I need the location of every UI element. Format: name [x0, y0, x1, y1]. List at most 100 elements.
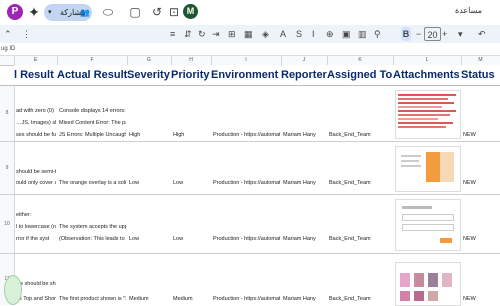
- cell-expected[interactable]: …JS, Images) sh: [16, 120, 56, 126]
- chat-icon[interactable]: ▢: [128, 5, 142, 19]
- row-number[interactable]: 10: [0, 195, 15, 253]
- filter-icon[interactable]: ⚲: [374, 27, 381, 41]
- header-status[interactable]: Status: [461, 65, 500, 85]
- font-size-minus-button[interactable]: −: [416, 27, 421, 41]
- cell-assigned[interactable]: Back_End_Team: [329, 132, 371, 138]
- column-header-e[interactable]: E: [14, 56, 58, 65]
- cell-expected[interactable]: ould only cover a: [16, 180, 56, 186]
- history-icon[interactable]: ↺: [150, 5, 164, 19]
- cell-environment[interactable]: Production - https://automati: [213, 296, 280, 302]
- cell-severity[interactable]: Medium: [129, 296, 149, 302]
- column-header-k[interactable]: K: [327, 56, 394, 65]
- cell-priority[interactable]: Low: [173, 180, 183, 186]
- cell-expected[interactable]: ses should be fu: [16, 132, 56, 138]
- cell-reporter[interactable]: Mariam Hany: [283, 132, 316, 138]
- header-severity[interactable]: Severity: [127, 65, 172, 85]
- cell-status[interactable]: NEW: [463, 236, 476, 242]
- cell-status[interactable]: NEW: [463, 180, 476, 186]
- cell-assigned[interactable]: Back_End_Team: [329, 236, 371, 242]
- cell-actual[interactable]: Console displays 14 errors:: [59, 108, 126, 114]
- cell-expected[interactable]: rror if the syst: [16, 236, 56, 242]
- name-box[interactable]: ug ID: [0, 43, 500, 56]
- collapse-icon[interactable]: ⌃: [4, 27, 12, 41]
- font-size-plus-button[interactable]: +: [442, 27, 447, 41]
- cell-severity[interactable]: Low: [129, 236, 139, 242]
- attachment-thumbnail[interactable]: [395, 199, 461, 251]
- cell-environment[interactable]: Production - https://automati: [213, 132, 280, 138]
- wrap-icon[interactable]: ⇵: [184, 27, 192, 41]
- column-header-l[interactable]: L: [393, 56, 462, 65]
- column-header-m[interactable]: M: [461, 56, 500, 65]
- table-row[interactable]: 8 ad with zero (0) …JS, Images) sh ses s…: [0, 86, 500, 142]
- column-header-i[interactable]: I: [211, 56, 282, 65]
- attachment-thumbnail[interactable]: [395, 90, 461, 139]
- header-attachments[interactable]: Attachments: [393, 65, 462, 85]
- cell-actual[interactable]: The orange overlay is a solid: [59, 180, 126, 186]
- font-size-input[interactable]: 20: [424, 27, 441, 41]
- share-button[interactable]: ▾ مشاركة 👥: [44, 4, 92, 21]
- cell-expected[interactable]: should be semi-t: [16, 169, 56, 175]
- cell-status[interactable]: NEW: [463, 132, 476, 138]
- cell-priority[interactable]: Low: [173, 236, 183, 242]
- header-reporter[interactable]: Reporter: [281, 65, 328, 85]
- cell-environment[interactable]: Production - https://automati: [213, 236, 280, 242]
- undo-icon[interactable]: ↶: [478, 27, 486, 41]
- column-header-j[interactable]: J: [281, 56, 328, 65]
- cell-environment[interactable]: Production - https://automati: [213, 180, 280, 186]
- vertical-align-icon[interactable]: ≡: [170, 27, 175, 41]
- table-row[interactable]: 11 cts should be sh es Top and Shor The …: [0, 254, 500, 306]
- lock-icon[interactable]: ⊡: [167, 5, 181, 19]
- menu-help[interactable]: مساعدة: [455, 6, 482, 15]
- header-assigned-to[interactable]: Assigned To: [327, 65, 394, 85]
- borders-icon[interactable]: ▦: [244, 27, 253, 41]
- cell-expected[interactable]: l to lowercase (n: [16, 224, 56, 230]
- cell-assigned[interactable]: Back_End_Team: [329, 296, 371, 302]
- chart-icon[interactable]: ▥: [358, 27, 367, 41]
- cell-actual[interactable]: (Observation: This leads to in: [59, 236, 126, 242]
- bold-button[interactable]: B: [401, 27, 411, 41]
- rotate-icon[interactable]: ↻: [198, 27, 206, 41]
- gem-icon[interactable]: P: [7, 4, 23, 20]
- cell-reporter[interactable]: Mariam Hany: [283, 236, 316, 242]
- italic-icon[interactable]: I: [312, 27, 315, 41]
- font-dropdown-icon[interactable]: ▾: [458, 27, 463, 41]
- side-panel-logo-icon[interactable]: [4, 275, 22, 305]
- row-number[interactable]: 8: [0, 86, 15, 141]
- header-environment[interactable]: Environment: [211, 65, 282, 85]
- cell-actual[interactable]: Mixed Content Error: The pag: [59, 120, 126, 126]
- cell-priority[interactable]: High: [173, 132, 184, 138]
- header-priority[interactable]: Priority: [171, 65, 212, 85]
- strikethrough-icon[interactable]: S: [296, 27, 302, 41]
- cell-status[interactable]: NEW: [463, 296, 476, 302]
- attachment-thumbnail[interactable]: [395, 146, 461, 192]
- row-number[interactable]: 9: [0, 142, 15, 194]
- sparkle-icon[interactable]: ✦: [27, 5, 41, 19]
- column-header-h[interactable]: H: [171, 56, 212, 65]
- cell-expected[interactable]: either:: [16, 212, 56, 218]
- comment-icon[interactable]: ▣: [342, 27, 351, 41]
- avatar[interactable]: M: [183, 4, 198, 19]
- cell-assigned[interactable]: Back_End_Team: [329, 180, 371, 186]
- text-color-icon[interactable]: A: [280, 27, 286, 41]
- header-expected-result[interactable]: l Result: [14, 65, 58, 85]
- cell-expected[interactable]: ad with zero (0): [16, 108, 56, 114]
- header-actual-result[interactable]: Actual Result: [57, 65, 128, 85]
- meet-icon[interactable]: ⬭: [101, 5, 115, 19]
- spreadsheet-grid[interactable]: l Result Actual Result Severity Priority…: [0, 65, 500, 306]
- link-icon[interactable]: ⊕: [326, 27, 334, 41]
- cell-severity[interactable]: High: [129, 132, 140, 138]
- align-icon[interactable]: ⇥: [212, 27, 220, 41]
- table-row[interactable]: 9 should be semi-t ould only cover a The…: [0, 142, 500, 195]
- fill-color-icon[interactable]: ◈: [262, 27, 269, 41]
- cell-actual[interactable]: The first product shown is "Se: [59, 296, 126, 302]
- table-row[interactable]: 10 either: l to lowercase (n rror if the…: [0, 195, 500, 254]
- column-header-f[interactable]: F: [57, 56, 128, 65]
- select-all-corner[interactable]: [0, 56, 15, 65]
- cell-severity[interactable]: Low: [129, 180, 139, 186]
- cell-reporter[interactable]: Mariam Hany: [283, 180, 316, 186]
- cell-reporter[interactable]: Mariam Hany: [283, 296, 316, 302]
- cell-expected[interactable]: es Top and Shor: [16, 296, 56, 302]
- column-header-g[interactable]: G: [127, 56, 172, 65]
- attachment-thumbnail[interactable]: [395, 262, 461, 306]
- cell-priority[interactable]: Medium: [173, 296, 193, 302]
